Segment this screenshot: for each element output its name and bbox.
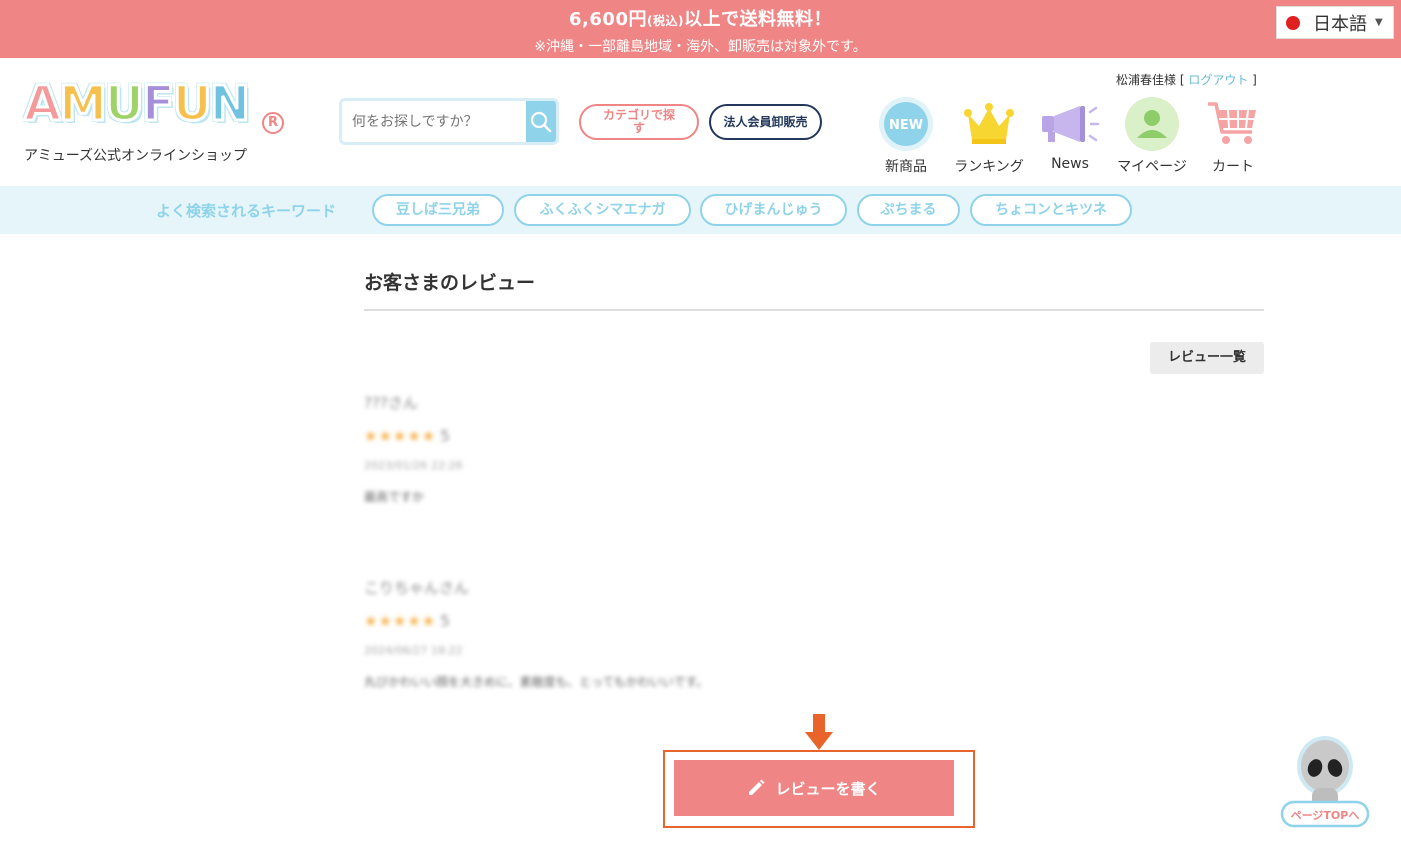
page-top-button[interactable]: ページTOPへ — [1278, 730, 1372, 830]
alien-mascot-icon: ページTOPへ — [1280, 736, 1370, 828]
new-badge-icon: NEW — [879, 97, 933, 151]
search-button[interactable] — [526, 101, 556, 142]
language-label: 日本語 — [1313, 13, 1367, 35]
keyword-chip[interactable]: ふくふくシマエナガ — [514, 194, 691, 226]
language-selector[interactable]: 日本語 ▼ — [1276, 6, 1394, 39]
banner-note: ※沖縄・一部離島地域・海外、卸販売は対象外です。 — [534, 39, 867, 55]
logo-tagline: アミューズ公式オンラインショップ — [24, 148, 248, 164]
popular-keywords-bar: よく検索されるキーワード 豆しば三兄弟 ふくふくシマエナガ ひげまんじゅう ぷち… — [0, 186, 1401, 234]
new-badge-text: NEW — [889, 118, 923, 133]
keyword-chip[interactable]: 豆しば三兄弟 — [372, 194, 504, 226]
pencil-icon — [747, 779, 765, 797]
reviewer-name: こりちゃんさん — [364, 579, 470, 597]
search-box — [339, 98, 559, 145]
keyword-chip[interactable]: ぷちまる — [857, 194, 960, 226]
nav-label: ランキング — [954, 159, 1024, 175]
amufun-logo[interactable]: AMUFUN R — [22, 75, 284, 140]
logout-link[interactable]: ログアウト — [1188, 73, 1248, 87]
user-icon — [1125, 97, 1179, 151]
category-search-button[interactable]: カテゴリで探す — [579, 104, 699, 140]
megaphone-icon — [1042, 106, 1100, 142]
keyword-chip[interactable]: ちょコンとキツネ — [970, 194, 1132, 226]
logo-wordmark: AMUFUN — [22, 75, 251, 134]
cart-icon — [1208, 102, 1256, 144]
review-date: 2024/06/27 18:22 — [364, 644, 463, 657]
keywords-title: よく検索されるキーワード — [156, 202, 337, 220]
search-input[interactable] — [342, 101, 526, 142]
review-body: 丸びかわいい顔を大きめに、素敵度も、とってもかわいいです。 — [364, 675, 709, 689]
arrow-down-icon — [805, 714, 833, 750]
review-body: 最高ですか — [364, 490, 425, 504]
nav-ranking[interactable]: ランキング — [951, 96, 1027, 176]
nav-label: マイページ — [1117, 159, 1187, 175]
write-review-label: レビューを書く — [775, 779, 881, 798]
title-divider — [364, 309, 1264, 311]
write-review-button[interactable]: レビューを書く — [674, 760, 954, 816]
nav-cart[interactable]: カート — [1202, 96, 1264, 176]
reviewer-name: ???さん — [364, 394, 418, 412]
page-title: お客さまのレビュー — [364, 272, 536, 294]
business-wholesale-button[interactable]: 法人会員卸販売 — [709, 104, 822, 140]
user-greeting: 松浦春佳様 [ ログアウト ] — [1116, 73, 1257, 87]
review-item: こりちゃんさん ★★★★★ 5 2024/06/27 18:22 丸びかわいい顔を… — [364, 577, 708, 690]
japan-flag-icon — [1286, 15, 1300, 30]
nav-label: 新商品 — [885, 159, 927, 175]
keyword-chip[interactable]: ひげまんじゅう — [700, 194, 847, 226]
nav-label: カート — [1212, 159, 1254, 175]
nav-news[interactable]: News — [1038, 96, 1102, 172]
nav-new-items[interactable]: NEW 新商品 — [876, 96, 936, 176]
star-rating: ★★★★★ 5 — [364, 612, 451, 630]
search-icon — [530, 111, 552, 132]
registered-mark: R — [262, 112, 284, 134]
review-date: 2023/01/26 22:26 — [364, 459, 463, 472]
page-top-label: ページTOPへ — [1291, 809, 1360, 822]
nav-label: News — [1051, 156, 1089, 172]
caret-down-icon: ▼ — [1375, 17, 1383, 28]
review-item: ???さん ★★★★★ 5 2023/01/26 22:26 最高ですか — [364, 392, 463, 505]
nav-mypage[interactable]: マイページ — [1114, 96, 1190, 176]
banner-headline: 6,600円(税込)以上で送料無料！ — [569, 9, 832, 30]
free-shipping-banner: 6,600円(税込)以上で送料無料！ ※沖縄・一部離島地域・海外、卸販売は対象外… — [0, 0, 1401, 58]
star-rating: ★★★★★ 5 — [364, 427, 451, 445]
crown-icon — [964, 103, 1014, 144]
review-list-button[interactable]: レビュー一覧 — [1150, 342, 1264, 374]
